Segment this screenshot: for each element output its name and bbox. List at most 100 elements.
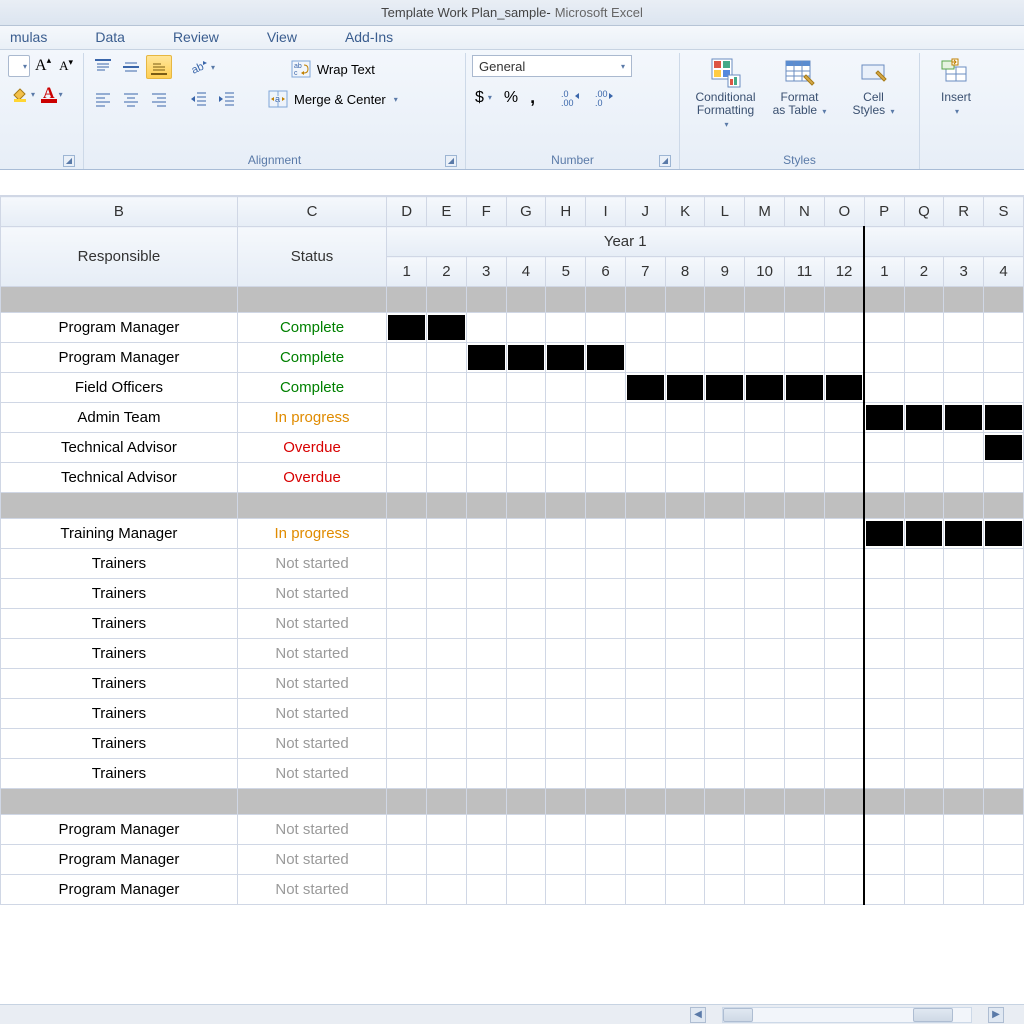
gantt-cell[interactable] [427,729,467,759]
gantt-cell[interactable] [984,875,1024,905]
gantt-cell[interactable] [466,639,506,669]
header-month[interactable]: 9 [705,257,745,287]
gantt-cell[interactable] [824,463,864,493]
gantt-cell[interactable] [625,403,665,433]
gantt-cell[interactable] [506,343,546,373]
gantt-cell[interactable] [944,815,984,845]
gantt-cell[interactable] [824,729,864,759]
gantt-cell[interactable] [665,639,705,669]
gantt-cell[interactable] [864,373,904,403]
gantt-cell[interactable] [785,669,825,699]
cell-responsible[interactable]: Trainers [1,549,238,579]
gantt-cell[interactable] [466,875,506,905]
gantt-cell[interactable] [984,815,1024,845]
gantt-cell[interactable] [944,639,984,669]
cell-status[interactable]: Not started [237,845,386,875]
gantt-cell[interactable] [506,609,546,639]
header-month[interactable]: 8 [665,257,705,287]
gantt-cell[interactable] [824,845,864,875]
gantt-cell[interactable] [944,609,984,639]
gantt-cell[interactable] [466,463,506,493]
align-bottom-button[interactable] [146,55,172,79]
gantt-cell[interactable] [824,313,864,343]
gantt-cell[interactable] [427,609,467,639]
gantt-cell[interactable] [625,845,665,875]
gantt-cell[interactable] [466,343,506,373]
align-right-button[interactable] [146,87,172,111]
gantt-cell[interactable] [466,669,506,699]
gantt-cell[interactable] [904,875,944,905]
gantt-cell[interactable] [705,343,745,373]
gantt-cell[interactable] [944,845,984,875]
gantt-cell[interactable] [984,463,1024,493]
gantt-cell[interactable] [904,699,944,729]
gantt-cell[interactable] [944,669,984,699]
cell-status[interactable]: In progress [237,403,386,433]
gantt-cell[interactable] [427,403,467,433]
gantt-cell[interactable] [665,815,705,845]
gantt-cell[interactable] [665,519,705,549]
gantt-cell[interactable] [904,845,944,875]
gantt-cell[interactable] [745,639,785,669]
cell-responsible[interactable]: Trainers [1,729,238,759]
gantt-cell[interactable] [466,609,506,639]
cell-status[interactable]: Not started [237,639,386,669]
gantt-cell[interactable] [506,759,546,789]
column-header[interactable]: S [984,197,1024,227]
header-month[interactable]: 4 [506,257,546,287]
gantt-cell[interactable] [625,875,665,905]
gantt-cell[interactable] [625,313,665,343]
column-header[interactable]: R [944,197,984,227]
gantt-cell[interactable] [745,373,785,403]
gantt-cell[interactable] [546,815,586,845]
cell-status[interactable]: Not started [237,609,386,639]
gantt-cell[interactable] [625,729,665,759]
gantt-cell[interactable] [546,845,586,875]
gantt-cell[interactable] [944,699,984,729]
gantt-cell[interactable] [387,845,427,875]
gantt-cell[interactable] [387,699,427,729]
gantt-cell[interactable] [427,549,467,579]
scroll-track[interactable] [722,1007,972,1023]
gantt-cell[interactable] [944,875,984,905]
gantt-cell[interactable] [705,519,745,549]
gantt-cell[interactable] [705,609,745,639]
cell-status[interactable]: Complete [237,373,386,403]
gantt-cell[interactable] [984,579,1024,609]
gantt-cell[interactable] [586,463,626,493]
gantt-cell[interactable] [506,639,546,669]
gantt-cell[interactable] [586,609,626,639]
gantt-cell[interactable] [546,463,586,493]
decrease-indent-button[interactable] [186,87,212,111]
gantt-cell[interactable] [586,519,626,549]
gantt-cell[interactable] [745,815,785,845]
gantt-cell[interactable] [785,343,825,373]
header-month[interactable]: 1 [864,257,904,287]
column-header[interactable]: G [506,197,546,227]
gantt-cell[interactable] [785,639,825,669]
cell-responsible[interactable]: Trainers [1,579,238,609]
gantt-cell[interactable] [944,433,984,463]
gantt-cell[interactable] [745,403,785,433]
gantt-cell[interactable] [705,639,745,669]
gantt-cell[interactable] [984,699,1024,729]
gantt-cell[interactable] [466,403,506,433]
gantt-cell[interactable] [625,373,665,403]
column-header[interactable]: M [745,197,785,227]
cell-status[interactable]: Not started [237,875,386,905]
gantt-cell[interactable] [466,729,506,759]
cell-status[interactable]: Overdue [237,433,386,463]
tab-data[interactable]: Data [91,27,129,49]
header-status[interactable]: Status [237,227,386,287]
gantt-cell[interactable] [506,463,546,493]
gantt-cell[interactable] [785,875,825,905]
gantt-cell[interactable] [824,639,864,669]
gantt-cell[interactable] [427,343,467,373]
column-header[interactable]: C [237,197,386,227]
gantt-cell[interactable] [785,579,825,609]
cell-responsible[interactable]: Field Officers [1,373,238,403]
column-header[interactable]: F [466,197,506,227]
gantt-cell[interactable] [745,759,785,789]
gantt-cell[interactable] [387,815,427,845]
gantt-cell[interactable] [665,579,705,609]
